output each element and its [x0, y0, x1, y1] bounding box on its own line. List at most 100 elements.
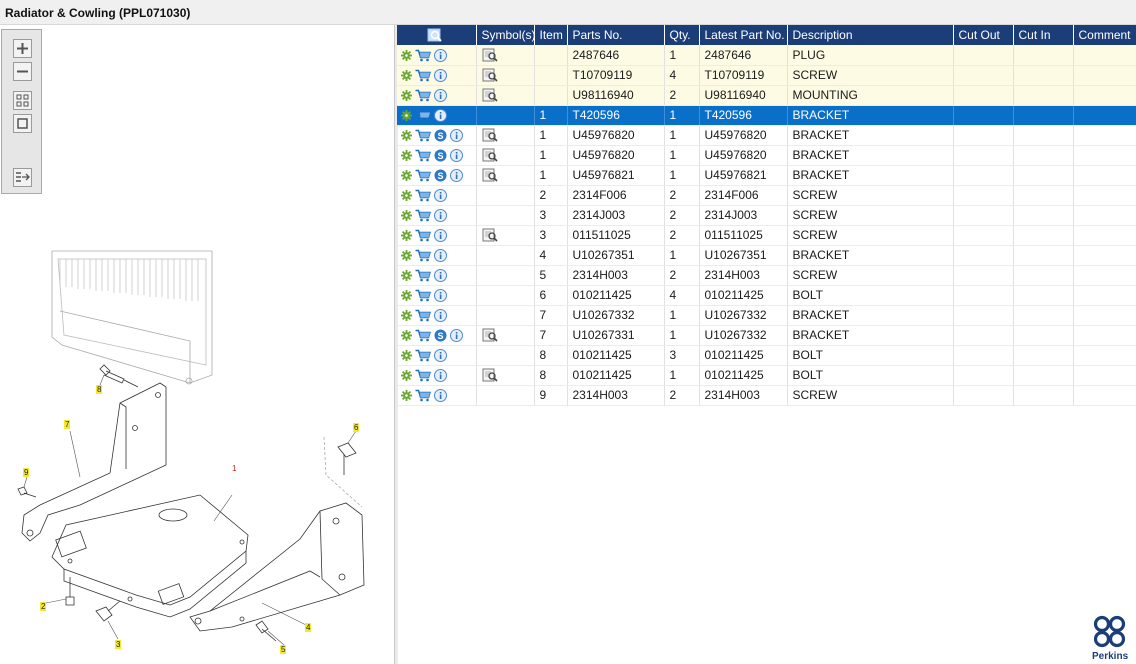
table-row[interactable]: S 7 U10267331 1 U10267332 BRACKET [397, 325, 1136, 346]
table-row[interactable]: 3 011511025 2 011511025 SCREW [397, 225, 1136, 246]
gear-icon[interactable] [401, 370, 412, 382]
column-header-description[interactable]: Description [787, 25, 954, 45]
table-row[interactable]: 2 2314F006 2 2314F006 SCREW [397, 185, 1136, 206]
supersession-s-icon[interactable]: S [434, 149, 447, 162]
drawing-symbol-icon[interactable] [482, 48, 498, 62]
drawing-symbol-icon[interactable] [482, 228, 498, 242]
zoom-out-button[interactable] [13, 62, 32, 81]
callout-3[interactable]: 3 [115, 640, 122, 649]
column-header-actions[interactable] [397, 25, 477, 45]
table-row[interactable]: 4 U10267351 1 U10267351 BRACKET [397, 245, 1136, 266]
column-header-qty[interactable]: Qty. [664, 25, 700, 45]
cart-icon[interactable] [415, 89, 431, 102]
gear-icon[interactable] [401, 110, 412, 122]
info-icon[interactable] [434, 209, 447, 223]
column-header-comment[interactable]: Comment [1073, 25, 1136, 45]
cart-icon[interactable] [415, 49, 431, 62]
cart-icon[interactable] [415, 389, 431, 402]
table-row[interactable]: T10709119 4 T10709119 SCREW [397, 65, 1136, 86]
gear-icon[interactable] [401, 270, 412, 282]
column-header-cut-in[interactable]: Cut In [1013, 25, 1074, 45]
callout-4[interactable]: 4 [305, 623, 312, 632]
callout-7[interactable]: 7 [64, 420, 71, 429]
info-icon[interactable] [450, 329, 463, 343]
supersession-s-icon[interactable]: S [434, 329, 447, 342]
gear-icon[interactable] [401, 130, 412, 142]
info-icon[interactable] [434, 369, 447, 383]
table-row[interactable]: S 1 U45976821 1 U45976821 BRACKET [397, 165, 1136, 186]
column-header-symbols[interactable]: Symbol(s) [476, 25, 535, 45]
cart-icon[interactable] [415, 169, 431, 182]
gear-icon[interactable] [401, 390, 412, 402]
cart-icon[interactable] [415, 289, 431, 302]
table-row[interactable]: 8 010211425 3 010211425 BOLT [397, 345, 1136, 366]
gear-icon[interactable] [401, 210, 412, 222]
callout-1[interactable]: 1 [231, 464, 238, 473]
cart-icon[interactable] [415, 129, 431, 142]
table-row[interactable]: 7 U10267332 1 U10267332 BRACKET [397, 305, 1136, 326]
drawing-symbol-icon[interactable] [482, 148, 498, 162]
column-header-latest-part-no[interactable]: Latest Part No. [699, 25, 788, 45]
actual-size-button[interactable] [13, 114, 32, 133]
gear-icon[interactable] [401, 230, 412, 242]
table-row[interactable]: U98116940 2 U98116940 MOUNTING [397, 85, 1136, 106]
cart-icon[interactable] [415, 269, 431, 282]
table-row[interactable]: 5 2314H003 2 2314H003 SCREW [397, 265, 1136, 286]
drawing-symbol-icon[interactable] [482, 128, 498, 142]
table-row[interactable]: S 1 U45976820 1 U45976820 BRACKET [397, 145, 1136, 166]
info-icon[interactable] [434, 389, 447, 403]
cart-icon[interactable] [415, 349, 431, 362]
supersession-s-icon[interactable]: S [434, 129, 447, 142]
gear-icon[interactable] [401, 290, 412, 302]
gear-icon[interactable] [401, 170, 412, 182]
info-icon[interactable] [434, 69, 447, 83]
info-icon[interactable] [434, 349, 447, 363]
gear-icon[interactable] [401, 90, 412, 102]
gear-icon[interactable] [401, 49, 412, 61]
cart-icon[interactable] [415, 229, 431, 242]
table-row[interactable]: 2487646 1 2487646 PLUG [397, 45, 1136, 66]
table-row[interactable]: 6 010211425 4 010211425 BOLT [397, 285, 1136, 306]
drawing-symbol-icon[interactable] [482, 328, 498, 342]
callout-2[interactable]: 2 [40, 602, 47, 611]
callout-9[interactable]: 9 [23, 468, 30, 477]
info-icon[interactable] [434, 289, 447, 303]
column-header-parts-no[interactable]: Parts No. [567, 25, 665, 45]
column-header-item[interactable]: Item [534, 25, 568, 45]
drawing-pane[interactable]: 1 2 3 4 5 6 7 8 9 [0, 25, 395, 664]
table-row[interactable]: 1 T420596 1 T420596 BRACKET [397, 105, 1136, 126]
gear-icon[interactable] [401, 330, 412, 342]
drawing-symbol-icon[interactable] [482, 168, 498, 182]
info-icon[interactable] [434, 189, 447, 203]
info-icon[interactable] [434, 309, 447, 323]
info-icon[interactable] [434, 89, 447, 103]
fit-all-button[interactable] [13, 91, 32, 110]
cart-icon[interactable] [415, 69, 431, 82]
gear-icon[interactable] [401, 250, 412, 262]
info-icon[interactable] [434, 269, 447, 283]
info-icon[interactable] [450, 169, 463, 183]
cart-icon[interactable] [415, 109, 431, 122]
cart-icon[interactable] [415, 209, 431, 222]
zoom-in-button[interactable] [13, 39, 32, 58]
table-row[interactable]: 3 2314J003 2 2314J003 SCREW [397, 205, 1136, 226]
info-icon[interactable] [450, 149, 463, 163]
exploded-parts-drawing[interactable] [0, 215, 395, 664]
info-icon[interactable] [434, 229, 447, 243]
callout-8[interactable]: 8 [96, 385, 103, 394]
info-icon[interactable] [434, 109, 447, 123]
cart-icon[interactable] [415, 189, 431, 202]
gear-icon[interactable] [401, 70, 412, 82]
table-row[interactable]: 8 010211425 1 010211425 BOLT [397, 365, 1136, 386]
cart-icon[interactable] [415, 149, 431, 162]
cart-icon[interactable] [415, 309, 431, 322]
table-row[interactable]: 9 2314H003 2 2314H003 SCREW [397, 385, 1136, 406]
drawing-symbol-icon[interactable] [482, 368, 498, 382]
cart-icon[interactable] [415, 249, 431, 262]
table-row[interactable]: S 1 U45976820 1 U45976820 BRACKET [397, 125, 1136, 146]
cart-icon[interactable] [415, 369, 431, 382]
gear-icon[interactable] [401, 350, 412, 362]
drawing-symbol-icon[interactable] [482, 68, 498, 82]
cart-icon[interactable] [415, 329, 431, 342]
info-icon[interactable] [434, 249, 447, 263]
